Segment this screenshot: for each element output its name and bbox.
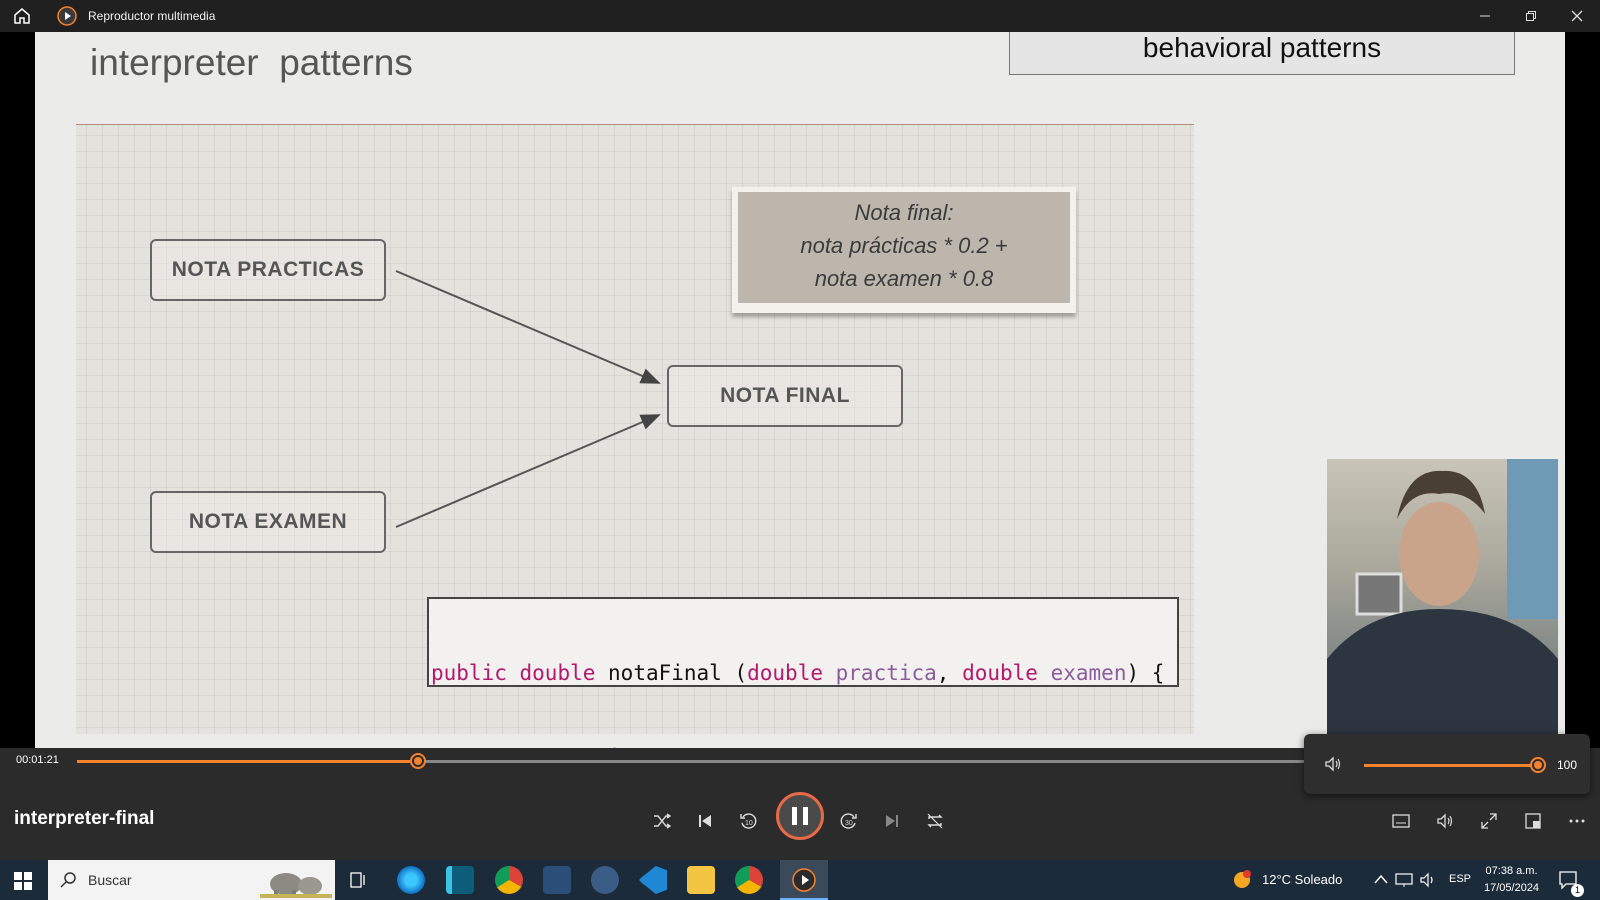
volume-value: 100	[1557, 758, 1578, 772]
elephants-icon	[260, 873, 332, 898]
next-icon	[886, 815, 898, 827]
weather-icon	[1234, 870, 1251, 888]
webcam-overlay	[1327, 459, 1558, 739]
rewind-10-button[interactable]: 10	[733, 806, 763, 836]
formula-note: Nota final: nota prácticas * 0.2 + nota …	[732, 187, 1076, 313]
fullscreen-button[interactable]	[1474, 806, 1504, 836]
code-token: double	[962, 661, 1051, 685]
chrome-icon[interactable]	[495, 866, 523, 894]
code-token: notaFinal	[608, 661, 735, 685]
svg-text:30: 30	[845, 820, 853, 827]
media-player-icon	[57, 6, 77, 26]
code-token: double	[519, 661, 609, 685]
restore-icon	[1526, 11, 1536, 21]
search-placeholder: Buscar	[88, 872, 132, 888]
formula-line: Nota final:	[854, 200, 954, 225]
clock[interactable]: 07:38 a.m. 17/05/2024	[1484, 863, 1539, 897]
presenter-image	[1327, 459, 1558, 739]
chevron-up-icon[interactable]	[1374, 874, 1388, 884]
windows-start-icon[interactable]	[14, 872, 32, 890]
code-token: public	[431, 661, 520, 685]
previous-button[interactable]	[690, 806, 720, 836]
vscode-icon[interactable]	[639, 866, 667, 894]
forward-30-button[interactable]: 30	[834, 806, 864, 836]
clock-time: 07:38 a.m.	[1485, 865, 1538, 877]
media-player-icon	[792, 868, 816, 892]
rewind-10-icon: 10	[740, 813, 757, 829]
repeat-icon	[927, 813, 943, 829]
title-bar: Reproductor multimedia	[0, 0, 1600, 32]
minimize-button[interactable]	[1470, 4, 1500, 28]
formula-line: nota prácticas * 0.2 +	[800, 233, 1008, 258]
code-token: double	[747, 661, 836, 685]
fullscreen-icon	[1481, 813, 1497, 829]
pause-button[interactable]	[776, 792, 824, 840]
shuffle-button[interactable]	[647, 806, 677, 836]
chrome-profile-icon[interactable]	[735, 866, 763, 894]
code-token: ,	[936, 661, 963, 685]
subtitles-icon	[1392, 814, 1410, 828]
edge-icon[interactable]	[397, 866, 425, 894]
svg-text:10: 10	[745, 820, 753, 827]
code-line: public double notaFinal (double practica…	[431, 659, 1175, 687]
volume-popup: 100	[1304, 734, 1590, 794]
slide-diagram: NOTA PRACTICAS NOTA EXAMEN NOTA FINAL No…	[76, 124, 1194, 748]
code-token: practica	[835, 661, 937, 685]
app-icon[interactable]	[446, 866, 474, 894]
nota-final-box: NOTA FINAL	[667, 365, 903, 427]
volume-thumb[interactable]	[1530, 757, 1546, 773]
network-icon[interactable]	[1395, 872, 1413, 888]
miniplayer-icon	[1525, 813, 1541, 829]
speaker-icon[interactable]	[1419, 872, 1437, 888]
minimize-icon	[1480, 15, 1490, 17]
formula-line: nota examen * 0.8	[814, 266, 994, 291]
taskbar-search[interactable]: Buscar	[48, 860, 335, 900]
window-title: Reproductor multimedia	[88, 9, 216, 23]
seek-bar[interactable]	[77, 760, 1307, 763]
postgres-icon[interactable]	[591, 866, 619, 894]
taskbar-media-player[interactable]	[780, 860, 828, 900]
next-button[interactable]	[877, 806, 907, 836]
code-token: examen	[1050, 661, 1127, 685]
code-token: ) {	[1126, 661, 1165, 685]
nota-practicas-box: NOTA PRACTICAS	[150, 239, 386, 301]
search-icon	[60, 872, 76, 888]
miniplayer-button[interactable]	[1518, 806, 1548, 836]
clock-date: 17/05/2024	[1484, 882, 1540, 894]
seek-thumb[interactable]	[409, 753, 426, 769]
repeat-button[interactable]	[920, 806, 950, 836]
media-name: interpreter-final	[14, 808, 155, 829]
more-options-button[interactable]	[1562, 806, 1592, 836]
weather-text[interactable]: 12°C Soleado	[1262, 872, 1342, 887]
seek-bar-fill	[77, 760, 418, 763]
more-icon	[1569, 819, 1585, 823]
volume-button[interactable]	[1430, 806, 1460, 836]
close-icon	[1571, 10, 1583, 22]
volume-icon[interactable]	[1324, 756, 1342, 772]
shuffle-icon	[654, 813, 671, 829]
file-explorer-icon[interactable]	[687, 866, 715, 894]
home-icon[interactable]	[12, 6, 32, 26]
code-snippet: public double notaFinal (double practica…	[427, 597, 1179, 748]
forward-30-icon: 30	[840, 813, 857, 829]
behavioral-patterns-badge: behavioral patterns	[1009, 32, 1515, 75]
task-view-icon[interactable]	[350, 872, 368, 888]
volume-slider[interactable]	[1364, 764, 1536, 767]
current-time: 00:01:21	[16, 754, 59, 766]
notification-count: 1	[1571, 884, 1584, 897]
pause-icon-bar	[792, 807, 797, 825]
subtitles-button[interactable]	[1386, 806, 1416, 836]
slide-title: interpreter patterns	[90, 42, 413, 83]
volume-icon	[1437, 813, 1453, 829]
windows-taskbar: Buscar 12°C Soleado ESP 07:38 a.m. 17/05…	[0, 860, 1600, 900]
previous-icon	[699, 815, 711, 827]
restore-button[interactable]	[1516, 4, 1546, 28]
language-indicator[interactable]: ESP	[1449, 873, 1471, 885]
close-button[interactable]	[1562, 4, 1592, 28]
code-token: (	[734, 661, 748, 685]
nota-examen-box: NOTA EXAMEN	[150, 491, 386, 553]
pause-icon-bar	[803, 807, 808, 825]
workbench-icon[interactable]	[543, 866, 571, 894]
